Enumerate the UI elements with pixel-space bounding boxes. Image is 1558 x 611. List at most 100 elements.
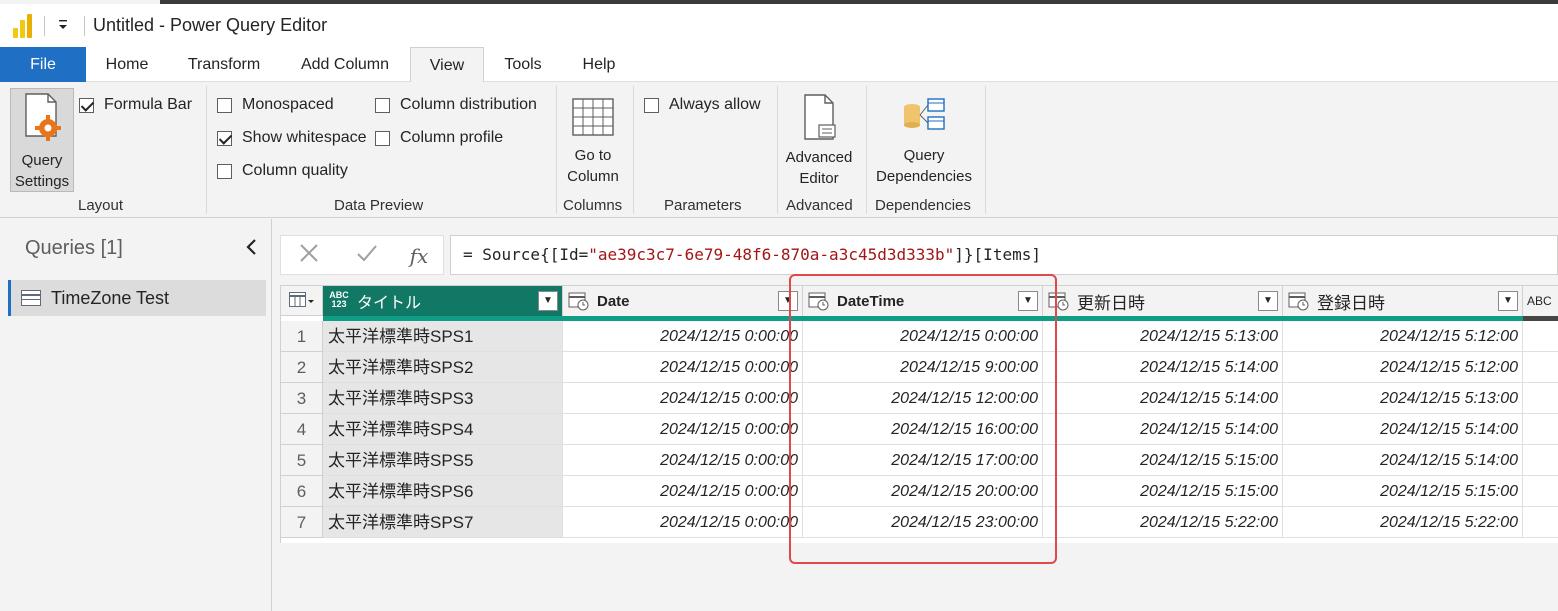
cell-modified[interactable]: 2024/12/15 5:22:00 <box>1043 507 1283 538</box>
cell-date[interactable]: 2024/12/15 0:00:00 <box>563 414 803 445</box>
cell-title[interactable]: 太平洋標準時SPS3 <box>323 383 563 414</box>
tab-add-column[interactable]: Add Column <box>286 47 404 82</box>
cell-partial[interactable] <box>1523 476 1558 507</box>
cell-created[interactable]: 2024/12/15 5:13:00 <box>1283 383 1523 414</box>
column-header-date[interactable]: Date ▼ <box>563 286 803 316</box>
cell-title[interactable]: 太平洋標準時SPS6 <box>323 476 563 507</box>
quick-access-dropdown-icon[interactable] <box>56 18 70 34</box>
cell-datetime[interactable]: 2024/12/15 12:00:00 <box>803 383 1043 414</box>
column-distribution-checkbox[interactable]: Column distribution <box>375 96 537 114</box>
cell-date[interactable]: 2024/12/15 0:00:00 <box>563 476 803 507</box>
cell-title[interactable]: 太平洋標準時SPS1 <box>323 321 563 352</box>
tab-transform[interactable]: Transform <box>176 47 272 82</box>
column-filter-dropdown-icon[interactable]: ▼ <box>778 291 798 311</box>
document-icon <box>804 94 836 140</box>
cell-created[interactable]: 2024/12/15 5:14:00 <box>1283 414 1523 445</box>
monospaced-checkbox[interactable]: Monospaced <box>217 96 334 114</box>
cell-partial[interactable] <box>1523 507 1558 538</box>
separator <box>84 16 85 36</box>
row-number[interactable]: 5 <box>281 445 323 476</box>
cell-partial[interactable] <box>1523 414 1558 445</box>
chevron-left-icon[interactable] <box>244 237 260 257</box>
cell-modified[interactable]: 2024/12/15 5:14:00 <box>1043 414 1283 445</box>
cell-partial[interactable] <box>1523 321 1558 352</box>
tab-help[interactable]: Help <box>570 47 628 82</box>
cell-created[interactable]: 2024/12/15 5:22:00 <box>1283 507 1523 538</box>
row-number[interactable]: 3 <box>281 383 323 414</box>
row-number[interactable]: 2 <box>281 352 323 383</box>
cell-modified[interactable]: 2024/12/15 5:15:00 <box>1043 445 1283 476</box>
column-header-modified[interactable]: 更新日時 ▼ <box>1043 286 1283 316</box>
column-name: DateTime <box>837 292 905 310</box>
cell-modified[interactable]: 2024/12/15 5:13:00 <box>1043 321 1283 352</box>
tab-tools[interactable]: Tools <box>492 47 554 82</box>
cell-datetime[interactable]: 2024/12/15 16:00:00 <box>803 414 1043 445</box>
cell-date[interactable]: 2024/12/15 0:00:00 <box>563 445 803 476</box>
group-label-advanced: Advanced <box>786 197 853 214</box>
query-item[interactable]: TimeZone Test <box>8 280 266 316</box>
close-icon[interactable] <box>295 242 323 270</box>
cell-partial[interactable] <box>1523 352 1558 383</box>
column-name: タイトル <box>357 295 422 312</box>
row-number[interactable]: 6 <box>281 476 323 507</box>
column-quality-checkbox[interactable]: Column quality <box>217 162 348 180</box>
cell-date[interactable]: 2024/12/15 0:00:00 <box>563 383 803 414</box>
separator <box>44 16 45 36</box>
cell-datetime[interactable]: 2024/12/15 17:00:00 <box>803 445 1043 476</box>
column-header-created[interactable]: 登録日時 ▼ <box>1283 286 1523 316</box>
cell-partial[interactable] <box>1523 445 1558 476</box>
cell-modified[interactable]: 2024/12/15 5:14:00 <box>1043 383 1283 414</box>
cell-date[interactable]: 2024/12/15 0:00:00 <box>563 507 803 538</box>
row-number[interactable]: 4 <box>281 414 323 445</box>
query-dependencies-button[interactable]: Query Dependencies <box>872 88 976 192</box>
tab-file[interactable]: File <box>0 47 86 82</box>
window-title: Untitled - Power Query Editor <box>93 15 328 35</box>
fx-icon[interactable]: fx <box>405 242 433 270</box>
cell-title[interactable]: 太平洋標準時SPS7 <box>323 507 563 538</box>
advanced-editor-button[interactable]: Advanced Editor <box>783 88 855 192</box>
row-number[interactable]: 7 <box>281 507 323 538</box>
column-header-datetime[interactable]: DateTime ▼ <box>803 286 1043 316</box>
cell-modified[interactable]: 2024/12/15 5:14:00 <box>1043 352 1283 383</box>
calendar-clock-icon <box>1287 291 1311 311</box>
cell-title[interactable]: 太平洋標準時SPS4 <box>323 414 563 445</box>
cell-title[interactable]: 太平洋標準時SPS5 <box>323 445 563 476</box>
cell-created[interactable]: 2024/12/15 5:12:00 <box>1283 321 1523 352</box>
tab-view[interactable]: View <box>410 47 484 83</box>
go-to-column-button[interactable]: Go to Column <box>562 88 624 192</box>
cell-datetime[interactable]: 2024/12/15 9:00:00 <box>803 352 1043 383</box>
query-settings-button[interactable]: Query Settings <box>10 88 74 192</box>
show-whitespace-checkbox[interactable]: Show whitespace <box>217 129 367 147</box>
column-filter-dropdown-icon[interactable]: ▼ <box>1018 291 1038 311</box>
cell-created[interactable]: 2024/12/15 5:12:00 <box>1283 352 1523 383</box>
cell-partial[interactable] <box>1523 383 1558 414</box>
cell-created[interactable]: 2024/12/15 5:15:00 <box>1283 476 1523 507</box>
check-icon[interactable] <box>353 242 381 270</box>
checkbox-icon <box>217 97 232 113</box>
formula-input[interactable]: = Source{[Id="ae39c3c7-6e79-48f6-870a-a3… <box>450 235 1558 275</box>
always-allow-label: Always allow <box>669 96 761 113</box>
checkbox-icon <box>644 97 659 113</box>
cell-created[interactable]: 2024/12/15 5:14:00 <box>1283 445 1523 476</box>
calendar-clock-icon <box>807 291 831 311</box>
queries-pane: Queries [1] TimeZone Test <box>0 219 272 611</box>
column-filter-dropdown-icon[interactable]: ▼ <box>538 291 558 311</box>
cell-modified[interactable]: 2024/12/15 5:15:00 <box>1043 476 1283 507</box>
cell-datetime[interactable]: 2024/12/15 23:00:00 <box>803 507 1043 538</box>
column-filter-dropdown-icon[interactable]: ▼ <box>1258 291 1278 311</box>
cell-datetime[interactable]: 2024/12/15 20:00:00 <box>803 476 1043 507</box>
row-number[interactable]: 1 <box>281 321 323 352</box>
always-allow-checkbox[interactable]: Always allow <box>644 96 761 114</box>
cell-title[interactable]: 太平洋標準時SPS2 <box>323 352 563 383</box>
column-header-partial[interactable]: ABC <box>1523 286 1558 316</box>
tab-home[interactable]: Home <box>92 47 162 82</box>
column-profile-checkbox[interactable]: Column profile <box>375 129 503 147</box>
checkbox-icon <box>375 130 390 146</box>
cell-date[interactable]: 2024/12/15 0:00:00 <box>563 352 803 383</box>
table-menu-button[interactable] <box>281 286 323 316</box>
formula-bar-checkbox[interactable]: Formula Bar <box>79 96 192 114</box>
cell-datetime[interactable]: 2024/12/15 0:00:00 <box>803 321 1043 352</box>
column-header-title[interactable]: ABC 123 タイトル ▼ <box>323 286 563 316</box>
column-filter-dropdown-icon[interactable]: ▼ <box>1498 291 1518 311</box>
cell-date[interactable]: 2024/12/15 0:00:00 <box>563 321 803 352</box>
